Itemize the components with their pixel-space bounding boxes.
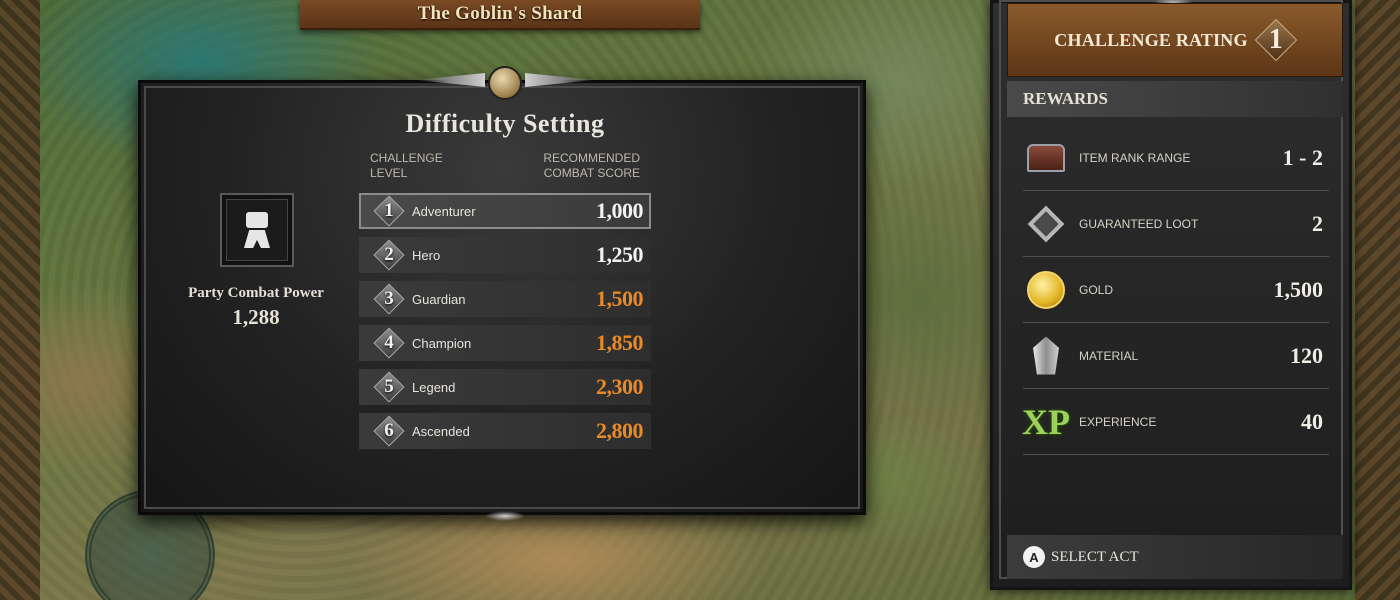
dialog-title: Difficulty Setting (405, 109, 605, 138)
map-title-banner: The Goblin's Shard (300, 0, 700, 30)
level-name: Hero (412, 247, 441, 263)
column-header-combat-score: Recommended Combat Score (543, 151, 640, 180)
recommended-score: 1,850 (596, 330, 644, 355)
reward-row-guaranteed-loot: Guaranteed Loot 2 (1023, 191, 1329, 257)
reward-row-material: Material 120 (1023, 323, 1329, 389)
reward-value: 1 - 2 (1282, 144, 1323, 170)
difficulty-dialog: Difficulty Setting Challenge Level Recom… (138, 66, 866, 521)
reward-label: Gold (1079, 282, 1114, 297)
level-badge-icon: 4 (375, 329, 403, 357)
level-badge-icon: 5 (375, 373, 403, 401)
party-power-icon-frame (220, 193, 294, 267)
recommended-score: 2,300 (596, 374, 644, 399)
level-number: 1 (384, 200, 394, 221)
challenge-rating-label: Challenge Rating (1054, 29, 1248, 50)
difficulty-row-hero[interactable]: 2 Hero 1,250 (359, 237, 651, 273)
level-badge-icon: 6 (375, 417, 403, 445)
map-border-left (0, 0, 40, 600)
reward-label: Material (1079, 348, 1139, 363)
dialog-bottom-ornament (485, 511, 525, 521)
recommended-score: 2,800 (596, 418, 644, 443)
reward-value: 1,500 (1273, 276, 1324, 302)
difficulty-row-ascended[interactable]: 6 Ascended 2,800 (359, 413, 651, 449)
party-combat-power-value: 1,288 (232, 305, 280, 329)
diamond-icon (1027, 205, 1065, 242)
reward-row-item-rank: Item Rank Range 1 - 2 (1023, 125, 1329, 191)
difficulty-row-legend[interactable]: 5 Legend 2,300 (359, 369, 651, 405)
rewards-panel: Challenge Rating 1 Rewards Item Rank Ran… (990, 0, 1352, 590)
difficulty-list: 1 Adventurer 1,000 2 Hero 1,250 3 Guardian 1,500… (359, 193, 651, 457)
skull-crest-icon (415, 61, 533, 105)
reward-value: 2 (1312, 210, 1323, 236)
a-button-icon: A (1023, 546, 1045, 568)
reward-row-experience: XP Experience 40 (1022, 389, 1329, 455)
reward-label: Item Rank Range (1079, 150, 1191, 165)
select-act-button[interactable]: A Select Act (1007, 535, 1343, 579)
difficulty-row-champion[interactable]: 4 Champion 1,850 (359, 325, 651, 361)
gold-coin-icon (1027, 270, 1065, 309)
level-badge-icon: 1 (375, 197, 403, 225)
level-name: Legend (412, 379, 456, 395)
level-name: Ascended (412, 423, 470, 439)
level-number: 2 (384, 244, 394, 265)
difficulty-row-guardian[interactable]: 3 Guardian 1,500 (359, 281, 651, 317)
recommended-score: 1,000 (596, 198, 644, 223)
level-number: 5 (384, 376, 394, 397)
reward-label: Experience (1079, 414, 1157, 429)
crystal-icon (1033, 336, 1059, 375)
rewards-header: Rewards (1007, 81, 1343, 117)
reward-value: 120 (1290, 342, 1323, 368)
level-badge-icon: 3 (375, 285, 403, 313)
fist-icon (244, 212, 270, 248)
challenge-rating-header: Challenge Rating 1 (1007, 3, 1343, 77)
challenge-rating-value: 1 (1268, 24, 1283, 55)
recommended-score: 1,500 (596, 286, 644, 311)
reward-list: Item Rank Range 1 - 2 Guaranteed Loot 2 … (1022, 125, 1329, 455)
reward-row-gold: Gold 1,500 (1023, 257, 1329, 323)
level-name: Adventurer (412, 203, 476, 219)
level-name: Guardian (412, 291, 466, 307)
level-number: 4 (384, 332, 394, 353)
difficulty-row-adventurer[interactable]: 1 Adventurer 1,000 (359, 193, 651, 229)
reward-label: Guaranteed Loot (1079, 216, 1199, 231)
level-badge-icon: 2 (375, 241, 403, 269)
map-border-right (1355, 0, 1400, 600)
challenge-rating-badge: 1 (1256, 20, 1296, 60)
xp-icon: XP (1022, 401, 1070, 442)
reward-value: 40 (1301, 408, 1323, 434)
level-name: Champion (412, 335, 472, 351)
map-title: The Goblin's Shard (417, 3, 583, 24)
select-act-label: Select Act (1051, 548, 1139, 565)
chest-icon (1027, 143, 1065, 172)
recommended-score: 1,250 (596, 242, 644, 267)
column-header-challenge-level: Challenge Level (370, 151, 443, 180)
level-number: 3 (384, 288, 394, 309)
level-number: 6 (384, 420, 394, 441)
party-combat-power-label: Party Combat Power (188, 285, 324, 301)
